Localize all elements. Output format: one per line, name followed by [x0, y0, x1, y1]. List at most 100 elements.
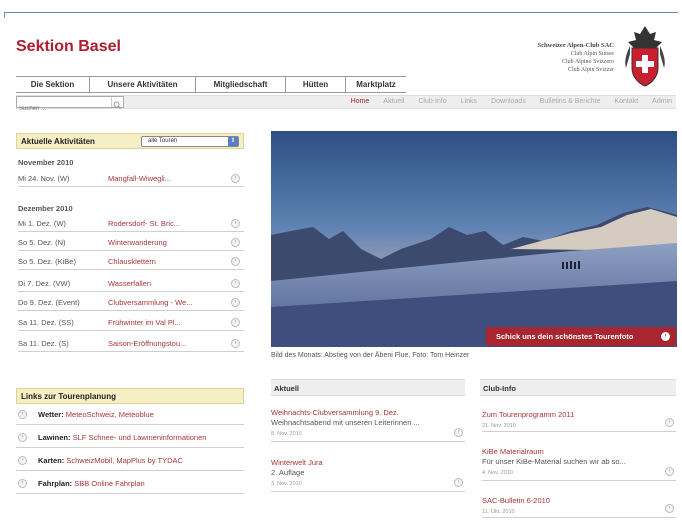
club-name-rm: Club Alpin Svizzer — [568, 67, 614, 73]
link-value[interactable]: MeteoSchweiz, Meteoblue — [66, 410, 154, 419]
sac-crest-icon — [625, 26, 665, 87]
activity-title[interactable]: Mangfall-Wiwegli... — [108, 174, 171, 183]
news-summary: Weihnachtsabend mit unseren Leiterinnen … — [271, 418, 420, 427]
month-heading: November 2010 — [18, 158, 74, 167]
activity-row[interactable]: Sa 11. Dez. (S) Saison-Eröffnungstou... … — [18, 335, 244, 352]
activities-filter-value: alle Touren — [148, 138, 178, 144]
link-value[interactable]: SLF Schnee- und Lawineninformationen — [73, 433, 207, 442]
activity-row[interactable]: Mi 24. Nov. (W) Mangfall-Wiwegli... › — [18, 170, 244, 187]
news-title[interactable]: Zum Tourenprogramm 2011 — [482, 410, 676, 420]
main-nav: Die Sektion Unsere Aktivitäten Mitglieds… — [16, 76, 406, 93]
news-item[interactable]: Winterwelt Jura 2. Auflage 3. Nov. 2010 … — [271, 458, 465, 492]
link-row-fahrplan[interactable]: › Fahrplan: SBB Online Fahrplan — [16, 474, 244, 494]
news-title[interactable]: Weihnachts-Clubversammlung 9. Dez. — [271, 408, 465, 418]
arrow-right-icon[interactable]: › — [231, 298, 240, 307]
arrow-right-icon: › — [661, 332, 670, 341]
news-title[interactable]: SAC-Bulletin 6-2010 — [482, 496, 676, 506]
sub-nav: Home Aktuell Club-Info Links Downloads B… — [337, 96, 676, 108]
link-value[interactable]: SchweizMobil, MapPlus by TYDAC — [66, 456, 183, 465]
submit-photo-button[interactable]: Schick uns dein schönstes Tourenfoto › — [486, 327, 676, 346]
arrow-right-icon[interactable]: › — [231, 174, 240, 183]
activities-title: Aktuelle Aktivitäten — [21, 137, 95, 146]
activity-date: Do 9. Dez. (Event) — [18, 298, 80, 307]
news-item[interactable]: KiBe Materialraum Für unser KiBe-Materia… — [482, 447, 676, 481]
news-item[interactable]: Weihnachts-Clubversammlung 9. Dez. Weihn… — [271, 408, 465, 442]
search-button[interactable] — [111, 97, 122, 109]
search-input[interactable] — [17, 104, 109, 114]
news-date: 4. Nov. 2010 — [482, 470, 513, 476]
activity-title[interactable]: Wasserfallen — [108, 279, 151, 288]
arrow-right-icon: › — [18, 433, 27, 442]
news-title[interactable]: KiBe Materialraum — [482, 447, 676, 457]
main-nav-marktplatz[interactable]: Marktplatz — [346, 77, 406, 92]
activity-title[interactable]: Clubversammlung - We... — [108, 298, 192, 307]
arrow-right-icon: › — [18, 456, 27, 465]
link-label: Lawinen: — [38, 433, 71, 442]
arrow-right-icon[interactable]: › — [665, 467, 674, 476]
news-item[interactable]: Zum Tourenprogramm 2011 21. Nov. 2010 › — [482, 410, 676, 432]
arrow-right-icon[interactable]: › — [231, 339, 240, 348]
photo-of-the-month[interactable] — [271, 131, 677, 347]
activity-title[interactable]: Winterwanderung — [108, 238, 167, 247]
photo-caption: Bild des Monats: Abstieg von der Äbeni F… — [271, 352, 470, 359]
arrow-right-icon[interactable]: › — [231, 257, 240, 266]
sub-nav-admin[interactable]: Admin — [652, 96, 672, 108]
main-nav-die-sektion[interactable]: Die Sektion — [16, 77, 90, 92]
aktuell-title: Aktuell — [274, 384, 300, 393]
activity-row[interactable]: So 5. Dez. (N) Winterwanderung › — [18, 234, 244, 251]
arrow-right-icon[interactable]: › — [665, 504, 674, 513]
aktuell-header: Aktuell — [271, 379, 465, 396]
activities-filter-select[interactable]: alle Touren ⇕ — [141, 136, 239, 147]
sub-nav-aktuell[interactable]: Aktuell — [383, 96, 404, 108]
arrow-right-icon[interactable]: › — [231, 318, 240, 327]
club-names: Schweizer Alpen-Club SAC Club Alpin Suis… — [538, 42, 614, 74]
main-nav-aktivitaeten[interactable]: Unsere Aktivitäten — [90, 77, 196, 92]
arrow-right-icon[interactable]: › — [454, 428, 463, 437]
mountain-photo — [271, 131, 677, 347]
activity-row[interactable]: Mi 1. Dez. (W) Rodersdorf- St. Bric... › — [18, 215, 244, 232]
arrow-right-icon[interactable]: › — [231, 238, 240, 247]
news-item[interactable]: SAC-Bulletin 6-2010 11. Okt. 2010 › — [482, 496, 676, 518]
activity-row[interactable]: Do 9. Dez. (Event) Clubversammlung - We.… — [18, 294, 244, 311]
link-label: Fahrplan: — [38, 479, 73, 488]
link-value[interactable]: SBB Online Fahrplan — [74, 479, 144, 488]
arrow-right-icon[interactable]: › — [665, 418, 674, 427]
activity-row[interactable]: So 5. Dez. (KiBe) Chlausklettern › — [18, 253, 244, 270]
activity-title[interactable]: Chlausklettern — [108, 257, 156, 266]
news-date: 3. Nov. 2010 — [271, 481, 302, 487]
arrow-right-icon[interactable]: › — [231, 279, 240, 288]
link-row-karten[interactable]: › Karten: SchweizMobil, MapPlus by TYDAC — [16, 451, 244, 471]
sub-nav-club-info[interactable]: Club-Info — [418, 96, 446, 108]
activity-date: Di 7. Dez. (VW) — [18, 279, 71, 288]
activity-title[interactable]: Rodersdorf- St. Bric... — [108, 219, 180, 228]
activity-date: Sa 11. Dez. (SS) — [18, 318, 74, 327]
activity-date: Sa 11. Dez. (S) — [18, 339, 69, 348]
link-row-lawinen[interactable]: › Lawinen: SLF Schnee- und Lawineninform… — [16, 428, 244, 448]
activity-title[interactable]: Saison-Eröffnungstou... — [108, 339, 186, 348]
arrow-right-icon: › — [18, 479, 27, 488]
activity-row[interactable]: Di 7. Dez. (VW) Wasserfallen › — [18, 275, 244, 292]
links-header: Links zur Tourenplanung — [16, 388, 244, 404]
link-label: Wetter: — [38, 410, 64, 419]
search-icon — [113, 101, 121, 109]
sub-nav-kontakt[interactable]: Kontakt — [614, 96, 638, 108]
club-name-fr: Club Alpin Suisse — [570, 51, 614, 57]
sac-logo[interactable] — [620, 24, 670, 88]
news-title[interactable]: Winterwelt Jura — [271, 458, 465, 468]
arrow-right-icon[interactable]: › — [454, 478, 463, 487]
activity-row[interactable]: Sa 11. Dez. (SS) Frühwinter im Val Pl...… — [18, 314, 244, 331]
sub-nav-downloads[interactable]: Downloads — [491, 96, 526, 108]
link-row-wetter[interactable]: › Wetter: MeteoSchweiz, Meteoblue — [16, 405, 244, 425]
main-nav-mitgliedschaft[interactable]: Mitgliedschaft — [196, 77, 286, 92]
activities-header: Aktuelle Aktivitäten alle Touren ⇕ — [16, 133, 244, 149]
arrow-right-icon: › — [18, 410, 27, 419]
activity-title[interactable]: Frühwinter im Val Pl... — [108, 318, 181, 327]
arrow-right-icon[interactable]: › — [231, 219, 240, 228]
clubinfo-header: Club-Info — [480, 379, 676, 396]
site-title[interactable]: Sektion Basel — [16, 38, 121, 56]
sub-nav-bulletins[interactable]: Bulletins & Berichte — [540, 96, 601, 108]
sub-nav-links[interactable]: Links — [461, 96, 477, 108]
news-summary: Für unser KiBe-Material suchen wir ab so… — [482, 457, 626, 466]
main-nav-huetten[interactable]: Hütten — [286, 77, 346, 92]
sub-nav-home[interactable]: Home — [351, 96, 370, 108]
